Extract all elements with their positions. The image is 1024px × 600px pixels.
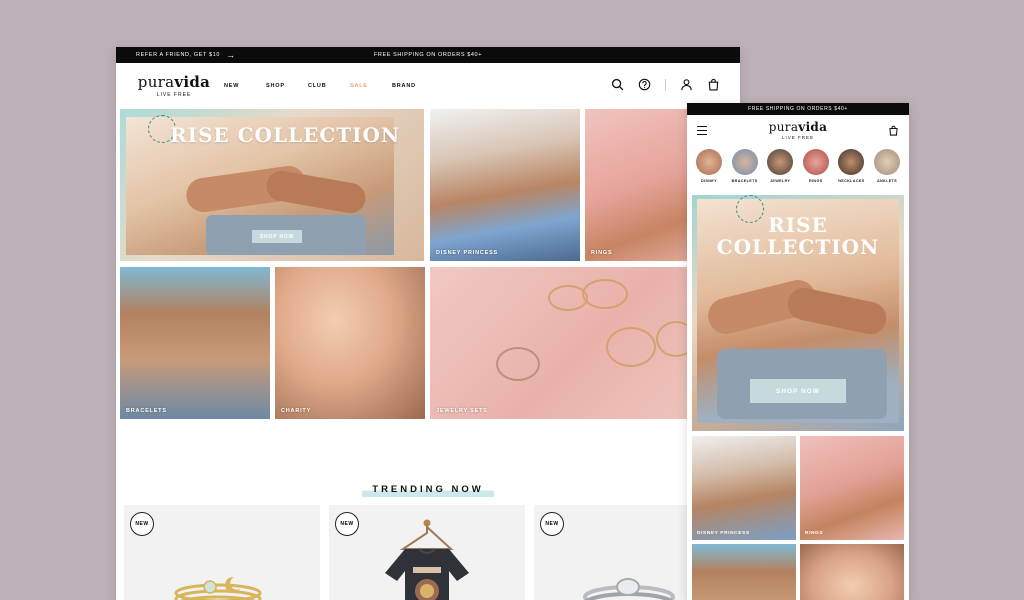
mobile-hero-banner[interactable]: RISE COLLECTION SHOP NOW bbox=[692, 195, 904, 431]
logo-word-pura: pura bbox=[768, 119, 799, 134]
silver-ring-image bbox=[583, 578, 675, 600]
header-icons bbox=[611, 78, 720, 91]
sweatshirt-on-hanger-image bbox=[385, 519, 469, 600]
announcement-bar: REFER A FRIEND, GET $10 → FREE SHIPPING … bbox=[116, 47, 740, 63]
category-necklaces[interactable]: NECKLACES bbox=[836, 149, 866, 183]
category-label: BRACELETS bbox=[731, 179, 758, 183]
category-label: NECKLACES bbox=[838, 179, 865, 183]
new-badge: NEW bbox=[335, 512, 359, 536]
ring-stack-image bbox=[174, 576, 262, 600]
refer-friend-link[interactable]: REFER A FRIEND, GET $10 → bbox=[136, 49, 236, 60]
logo-tagline: LIVE FREE bbox=[156, 91, 192, 98]
logo-word-pura: pura bbox=[137, 72, 175, 91]
product-card[interactable]: NEW bbox=[329, 505, 525, 600]
mobile-tile-charity[interactable] bbox=[800, 544, 904, 600]
category-tile-charity[interactable]: CHARITY bbox=[275, 267, 425, 419]
hero-shop-now-button[interactable]: SHOP NOW bbox=[252, 230, 302, 243]
mobile-tile-disney-princess[interactable]: DISNEY PRINCESS bbox=[692, 436, 796, 540]
mobile-shop-now-button[interactable]: SHOP NOW bbox=[750, 379, 846, 403]
mobile-shipping-notice: FREE SHIPPING ON ORDERS $40+ bbox=[687, 103, 909, 115]
hero-title: RISE COLLECTION bbox=[170, 123, 401, 147]
category-label: ANKLETS bbox=[876, 179, 897, 183]
product-card[interactable]: NEW bbox=[124, 505, 320, 600]
category-label: DISNEY bbox=[701, 179, 717, 183]
main-header: puravida LIVE FREE NEW SHOP CLUB SALE BR… bbox=[116, 63, 740, 109]
trending-title: TRENDING NOW bbox=[362, 483, 494, 497]
category-rings[interactable]: RINGS bbox=[801, 149, 831, 183]
mobile-header: puravida LIVE FREE bbox=[687, 115, 909, 145]
category-anklets[interactable]: ANKLETS bbox=[872, 149, 902, 183]
hamburger-menu-icon[interactable] bbox=[697, 126, 707, 135]
main-menu: NEW SHOP CLUB SALE BRAND bbox=[224, 83, 434, 89]
tile-caption: DISNEY PRINCESS bbox=[697, 531, 750, 536]
hero-arm-shape bbox=[264, 168, 368, 216]
search-icon[interactable] bbox=[611, 78, 624, 91]
mobile-site-window: FREE SHIPPING ON ORDERS $40+ puravida LI… bbox=[687, 103, 909, 600]
new-badge: NEW bbox=[540, 512, 564, 536]
logo-word-vida: vida bbox=[798, 119, 828, 134]
category-disney[interactable]: DISNEY bbox=[694, 149, 724, 183]
category-photo bbox=[873, 149, 900, 175]
mobile-category-strip: DISNEY BRACELETS JEWELRY RINGS NECKLACES… bbox=[687, 145, 909, 183]
bracelet-shape bbox=[582, 279, 628, 309]
tile-caption: RINGS bbox=[591, 250, 613, 256]
help-icon[interactable] bbox=[638, 78, 651, 91]
refer-label: REFER A FRIEND, GET $10 bbox=[136, 52, 220, 58]
hero-banner-rise-collection[interactable]: RISE COLLECTION SHOP NOW bbox=[120, 109, 424, 261]
bracelet-shape bbox=[606, 327, 656, 367]
cart-bag-icon[interactable] bbox=[707, 78, 720, 91]
category-photo bbox=[802, 149, 829, 175]
desktop-site-window: REFER A FRIEND, GET $10 → FREE SHIPPING … bbox=[116, 47, 740, 600]
mobile-brand-logo[interactable]: puravida LIVE FREE bbox=[760, 121, 836, 140]
new-badge: NEW bbox=[130, 512, 154, 536]
cart-bag-icon[interactable] bbox=[888, 125, 899, 136]
hero-arm-shape bbox=[784, 284, 890, 338]
category-photo bbox=[838, 149, 865, 175]
category-jewelry[interactable]: JEWELRY bbox=[765, 149, 795, 183]
category-photo bbox=[696, 149, 722, 175]
tile-caption: RINGS bbox=[805, 531, 824, 536]
account-icon[interactable] bbox=[680, 78, 693, 91]
menu-item-sale[interactable]: SALE bbox=[350, 83, 392, 89]
brand-logo[interactable]: puravida LIVE FREE bbox=[136, 72, 212, 98]
header-divider bbox=[665, 78, 666, 91]
menu-item-brand[interactable]: BRAND bbox=[392, 83, 434, 89]
category-tile-disney-princess[interactable]: DISNEY PRINCESS bbox=[430, 109, 580, 261]
bracelet-shape bbox=[496, 347, 540, 381]
menu-item-club[interactable]: CLUB bbox=[308, 83, 350, 89]
tile-caption: DISNEY PRINCESS bbox=[436, 250, 499, 256]
category-label: RINGS bbox=[809, 179, 823, 183]
category-bracelets[interactable]: BRACELETS bbox=[730, 149, 760, 183]
logo-tagline: LIVE FREE bbox=[781, 134, 814, 140]
mobile-tile-rings[interactable]: RINGS bbox=[800, 436, 904, 540]
tile-caption: JEWELRY SETS bbox=[436, 408, 488, 414]
tile-caption: BRACELETS bbox=[126, 408, 167, 414]
mobile-hero-title-line2: COLLECTION bbox=[716, 235, 880, 259]
arrow-right-icon: → bbox=[226, 49, 236, 60]
mobile-tile-bracelets[interactable] bbox=[692, 544, 796, 600]
mobile-hero-title-line1: RISE bbox=[768, 213, 828, 237]
menu-item-new[interactable]: NEW bbox=[224, 83, 266, 89]
category-label: JEWELRY bbox=[770, 179, 791, 183]
category-photo bbox=[731, 149, 758, 175]
logo-word-vida: vida bbox=[174, 72, 211, 91]
category-tile-bracelets[interactable]: BRACELETS bbox=[120, 267, 270, 419]
category-photo bbox=[767, 149, 794, 175]
menu-item-shop[interactable]: SHOP bbox=[266, 83, 308, 89]
trending-heading: TRENDING NOW bbox=[116, 479, 740, 497]
tile-caption: CHARITY bbox=[281, 408, 312, 414]
